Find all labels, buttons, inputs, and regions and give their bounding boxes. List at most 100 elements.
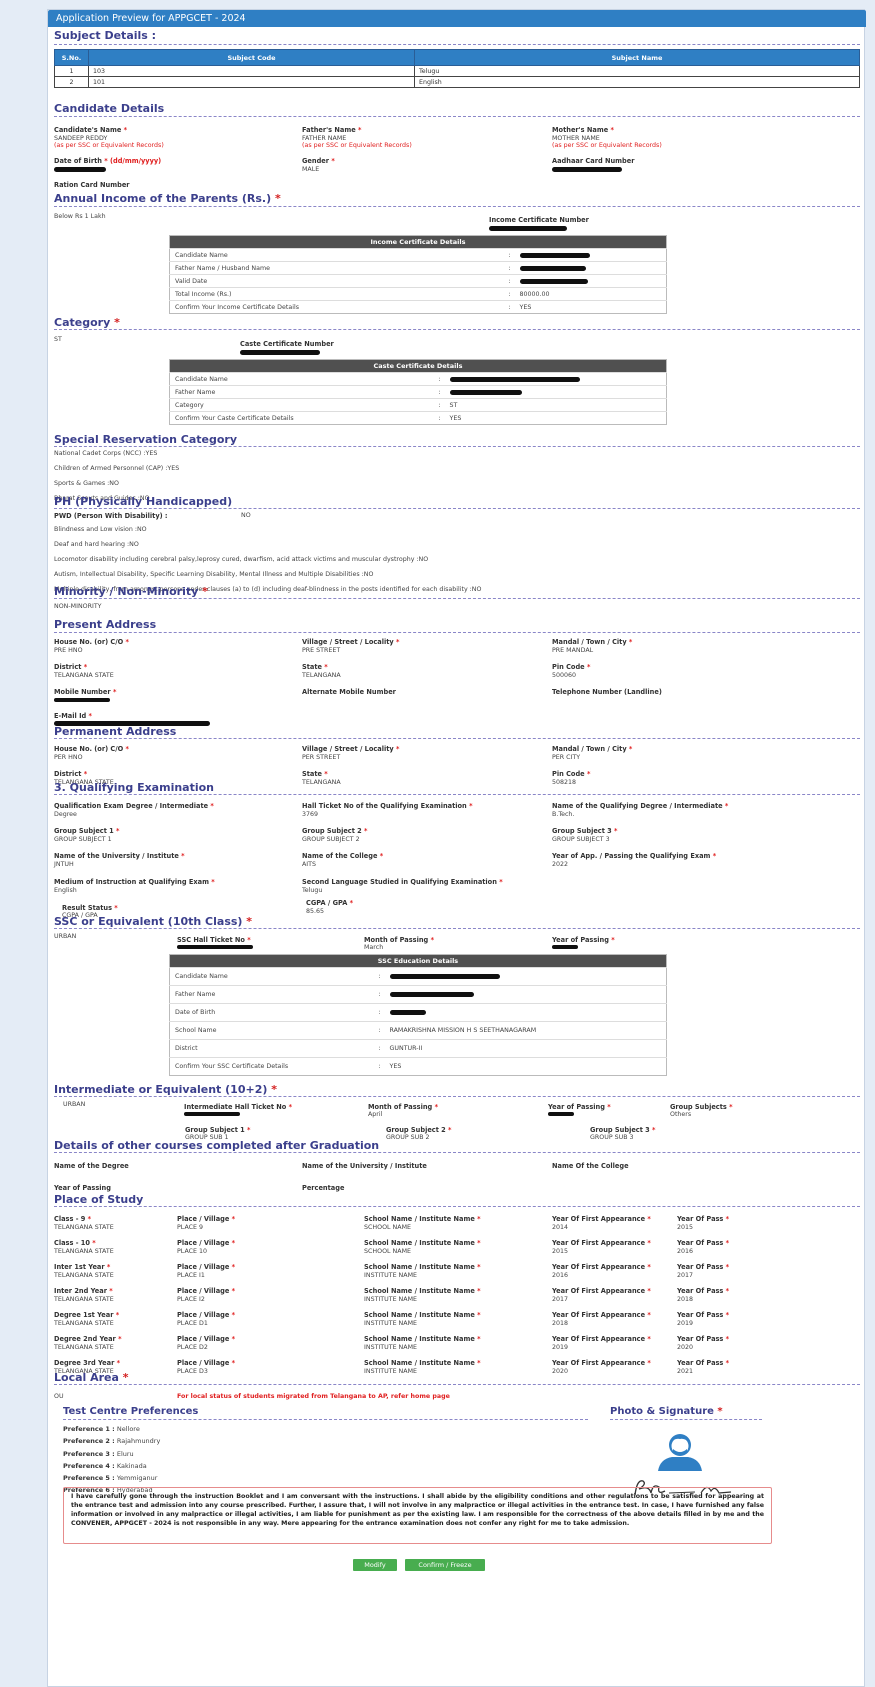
ssc-father-redacted — [389, 992, 474, 997]
place-place-label: Place / Village * — [177, 1239, 236, 1247]
ph-autism: Autism, Intellectual Disability, Specifi… — [54, 571, 374, 578]
table-row: Confirm Your Income Certificate Details:… — [169, 300, 667, 314]
caste-row-label: Father Name — [169, 385, 435, 399]
special-sports: Sports & Games :NO — [54, 480, 119, 487]
confirm-freeze-button[interactable]: Confirm / Freeze — [405, 1559, 485, 1571]
modify-button[interactable]: Modify — [353, 1559, 397, 1571]
place-year-of-pass-value: 2020 — [677, 1344, 694, 1351]
permanent-village-value: PER STREET — [302, 754, 341, 761]
q-g1-value: GROUP SUBJECT 1 — [54, 836, 112, 843]
preference-1: Preference 1 : Nellore — [63, 1425, 140, 1433]
ssc-confirm-value: YES — [384, 1057, 667, 1076]
permanent-pin-value: 508218 — [552, 779, 577, 786]
place-class-label: Degree 3rd Year * — [54, 1359, 121, 1367]
income-certificate-table: Income Certificate Details Candidate Nam… — [169, 235, 667, 314]
separator: : — [434, 385, 445, 399]
section-subject: Subject Details : — [54, 29, 157, 42]
section-category: Category * — [54, 316, 120, 329]
permanent-village-label: Village / Street / Locality * — [302, 745, 400, 753]
preference-3: Preference 3 : Eluru — [63, 1450, 134, 1458]
subject-header-sno: S.No. — [54, 49, 89, 66]
present-pin-label: Pin Code * — [552, 663, 591, 671]
place-school-value: INSTITUTE NAME — [364, 1344, 417, 1351]
separator: : — [504, 287, 515, 301]
other-degree-label: Name of the Degree — [54, 1162, 129, 1170]
separator: : — [374, 1039, 385, 1058]
place-class-label: Degree 1st Year * — [54, 1311, 120, 1319]
place-year-of-pass-value: 2018 — [677, 1296, 694, 1303]
present-state-value: TELANGANA — [302, 672, 341, 679]
ration-label: Ration Card Number — [54, 181, 130, 189]
separator: : — [504, 248, 515, 262]
income-date-redacted — [519, 278, 588, 284]
mother-name-note: (as per SSC or Equivalent Records) — [552, 142, 662, 149]
aadhaar-redacted — [552, 167, 622, 172]
place-place-value: PLACE I1 — [177, 1272, 205, 1279]
section-ph: PH (Physically Handicapped) — [54, 495, 233, 508]
q-uni-label: Name of the University / Institute * — [54, 852, 185, 860]
father-name-label: Father's Name * — [302, 126, 362, 134]
place-school-label: School Name / Institute Name * — [364, 1287, 481, 1295]
present-state-label: State * — [302, 663, 328, 671]
separator: : — [434, 372, 445, 386]
table-row: 2 101 English — [54, 76, 860, 88]
place-class-value: TELANGANA STATE — [54, 1224, 114, 1231]
table-row: Category: ST — [169, 398, 667, 412]
inter-groups-label: Group Subjects * — [670, 1103, 733, 1111]
section-minority: Minority / Non-Minority * — [54, 585, 208, 598]
inter-g3-label: Group Subject 3 * — [590, 1126, 656, 1134]
q-medium-label: Medium of Instruction at Qualifying Exam… — [54, 878, 215, 886]
table-row: Father Name: — [169, 385, 667, 399]
alt-mobile-label: Alternate Mobile Number — [302, 688, 396, 696]
place-place-label: Place / Village * — [177, 1335, 236, 1343]
section-permanent: Permanent Address — [54, 725, 177, 738]
income-father-redacted — [519, 265, 586, 271]
place-first-appearance-value: 2019 — [552, 1344, 569, 1351]
ph-deaf: Deaf and hard hearing :NO — [54, 541, 139, 548]
subject-sno: 2 — [54, 76, 89, 88]
other-college-label: Name Of the College — [552, 1162, 629, 1170]
place-year-of-pass-value: 2015 — [677, 1224, 694, 1231]
inter-hall-label: Intermediate Hall Ticket No * — [184, 1103, 293, 1111]
permanent-house-label: House No. (or) C/O * — [54, 745, 129, 753]
subject-code: 103 — [88, 65, 415, 77]
inter-hall-redacted — [184, 1112, 240, 1116]
inter-month-label: Month of Passing * — [368, 1103, 439, 1111]
place-place-value: PLACE D3 — [177, 1368, 208, 1375]
section-local: Local Area * — [54, 1371, 129, 1384]
table-row: Valid Date: — [169, 274, 667, 288]
table-row: Candidate Name: — [169, 248, 667, 262]
gender-value: MALE — [302, 166, 320, 173]
local-note: For local status of students migrated fr… — [177, 1393, 450, 1400]
table-row: Confirm Your Caste Certificate Details: Y… — [169, 411, 667, 425]
ssc-year-label: Year of Passing * — [552, 936, 615, 944]
place-place-label: Place / Village * — [177, 1311, 236, 1319]
place-class-label: Degree 2nd Year * — [54, 1335, 122, 1343]
income-name-redacted — [519, 252, 590, 258]
q-uni-value: JNTUH — [54, 861, 74, 868]
income-total-value: 80000.00 — [514, 287, 667, 301]
permanent-state-value: TELANGANA — [302, 779, 341, 786]
candidate-name-value: SANDEEP REDDY — [54, 135, 108, 142]
father-name-note: (as per SSC or Equivalent Records) — [302, 142, 412, 149]
section-present: Present Address — [54, 618, 157, 631]
place-first-appearance-label: Year Of First Appearance * — [552, 1263, 651, 1271]
caste-row-label: Category — [169, 398, 435, 412]
present-pin-value: 500060 — [552, 672, 577, 679]
place-school-label: School Name / Institute Name * — [364, 1215, 481, 1223]
ssc-name-redacted — [389, 974, 500, 979]
place-first-appearance-label: Year Of First Appearance * — [552, 1215, 651, 1223]
separator: : — [504, 300, 515, 314]
place-place-value: PLACE I2 — [177, 1296, 205, 1303]
preference-4: Preference 4 : Kakinada — [63, 1462, 147, 1470]
ssc-dob-redacted — [389, 1010, 426, 1015]
place-first-appearance-label: Year Of First Appearance * — [552, 1311, 651, 1319]
subject-header-code: Subject Code — [88, 49, 415, 66]
q-cgpa-value: 85.65 — [306, 908, 325, 915]
ssc-details-table: SSC Education Details Candidate Name: Fa… — [169, 954, 667, 1076]
income-row-label: Total Income (Rs.) — [169, 287, 505, 301]
mother-name-label: Mother's Name * — [552, 126, 614, 134]
ssc-table-title: SSC Education Details — [169, 954, 667, 968]
q-name-value: B.Tech. — [552, 811, 575, 818]
permanent-state-label: State * — [302, 770, 328, 778]
